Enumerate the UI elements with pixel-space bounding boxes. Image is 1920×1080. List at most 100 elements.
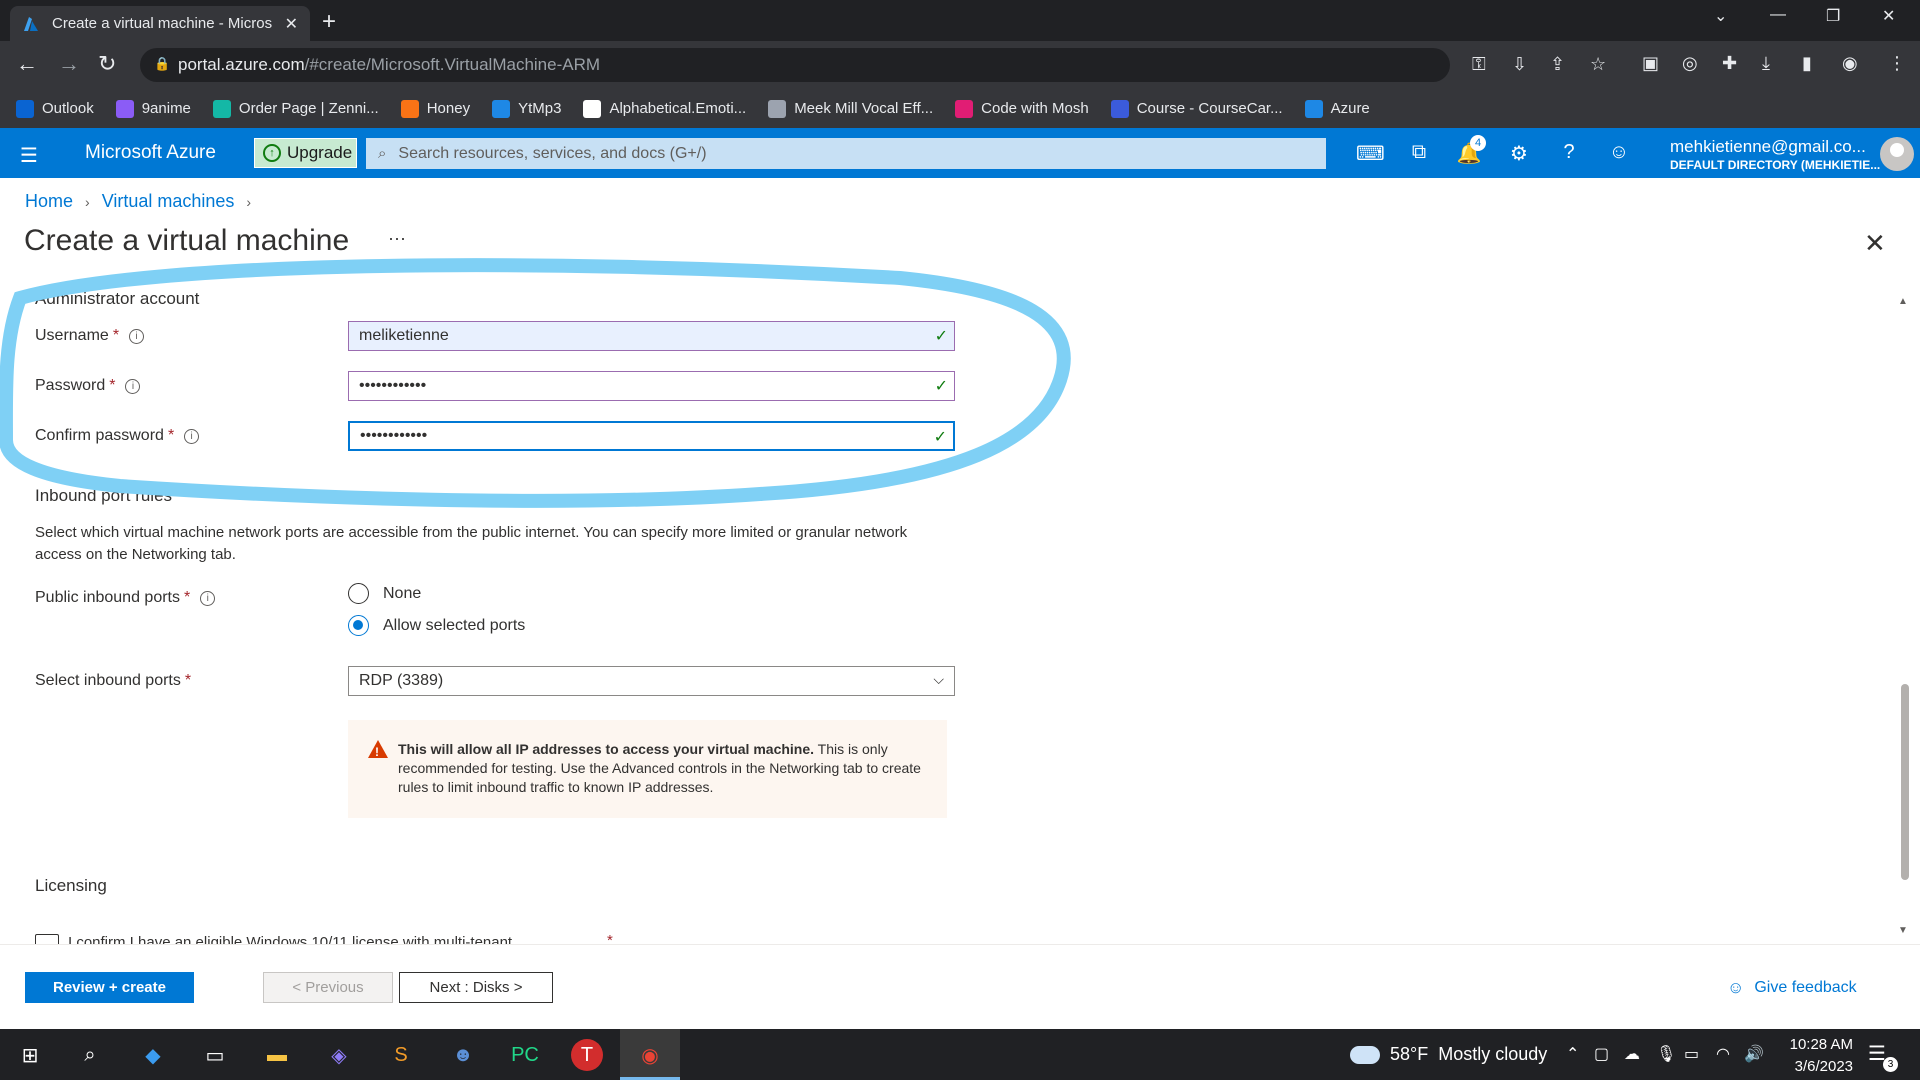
feedback-person-icon[interactable]: ☺: [1606, 141, 1632, 164]
global-search-input[interactable]: ⌕ Search resources, services, and docs (…: [366, 138, 1326, 169]
username-field[interactable]: meliketienne ✓: [348, 321, 955, 351]
profile-icon[interactable]: ◉: [1842, 53, 1858, 74]
avatar[interactable]: [1880, 137, 1914, 171]
chrome-icon[interactable]: ◉: [634, 1039, 666, 1071]
url-text: portal.azure.com/#create/Microsoft.Virtu…: [178, 55, 601, 74]
cloud-shell-icon[interactable]: ⌨: [1356, 141, 1385, 166]
chevron-up-icon[interactable]: ⌃: [1566, 1044, 1579, 1064]
scroll-up-arrow-icon[interactable]: ▲: [1898, 296, 1908, 307]
bookmark-star-icon[interactable]: ☆: [1590, 54, 1606, 75]
bookmark-item[interactable]: Outlook: [16, 99, 94, 118]
give-feedback-link[interactable]: ☺ Give feedback: [1727, 978, 1857, 998]
godot-icon[interactable]: ☻: [447, 1039, 479, 1071]
bookmark-item[interactable]: Alphabetical.Emoti...: [583, 99, 746, 118]
required-asterisk: *: [167, 427, 175, 444]
account-directory[interactable]: DEFAULT DIRECTORY (MEHKIETIE...: [1670, 158, 1880, 172]
install-icon[interactable]: ⇩: [1512, 54, 1527, 75]
windows-start-icon[interactable]: ⊞: [14, 1039, 46, 1071]
scrollbar-thumb[interactable]: [1901, 684, 1909, 880]
hamburger-menu-icon[interactable]: ☰: [20, 143, 38, 168]
vscode-icon[interactable]: ◆: [137, 1039, 169, 1071]
confirm-password-field[interactable]: •••••••••••• ✓: [348, 421, 955, 451]
weather-widget[interactable]: 58°F Mostly cloudy: [1346, 1039, 1547, 1065]
next-disks-button[interactable]: Next : Disks >: [399, 972, 553, 1003]
info-icon[interactable]: i: [184, 428, 200, 444]
bookmark-item[interactable]: Azure: [1304, 99, 1370, 118]
radio-none[interactable]: None: [348, 583, 421, 604]
wifi-icon[interactable]: ◠: [1716, 1044, 1730, 1064]
close-blade-icon[interactable]: ✕: [1864, 228, 1886, 259]
breadcrumb-virtual-machines[interactable]: Virtual machines: [102, 191, 235, 212]
game-controller-icon[interactable]: ◈: [323, 1039, 355, 1071]
bookmark-item[interactable]: 9anime: [115, 99, 191, 118]
directory-filter-icon[interactable]: ⧉: [1406, 141, 1432, 164]
info-icon[interactable]: i: [200, 590, 216, 606]
share-icon[interactable]: ⇪: [1550, 54, 1565, 75]
account-email[interactable]: mehkietienne@gmail.co...: [1670, 137, 1866, 157]
bookmark-favicon-icon: [115, 99, 134, 118]
scroll-down-arrow-icon[interactable]: ▼: [1898, 925, 1908, 936]
azure-brand[interactable]: Microsoft Azure: [85, 142, 216, 164]
inbound-ports-dropdown[interactable]: RDP (3389) ⌵: [348, 666, 955, 696]
clock-time[interactable]: 10:28 AM: [1783, 1036, 1853, 1053]
volume-icon[interactable]: 🔊: [1744, 1044, 1764, 1064]
menu-icon[interactable]: ⋮: [1888, 53, 1906, 74]
page-title: Create a virtual machine: [24, 224, 350, 257]
download-icon[interactable]: ⤓: [1762, 53, 1770, 74]
minimize-icon[interactable]: —: [1770, 6, 1786, 24]
tab-close-icon[interactable]: ✕: [285, 14, 298, 34]
radio-button-selected[interactable]: [348, 615, 369, 636]
feedback-icon: ☺: [1727, 978, 1745, 997]
bookmark-favicon-icon: [16, 99, 34, 118]
bookmark-item[interactable]: YtMp3: [492, 99, 561, 118]
lock-icon[interactable]: 🔒: [154, 56, 170, 72]
upgrade-button[interactable]: ↑ Upgrade: [254, 138, 357, 168]
pycharm-icon[interactable]: PC: [509, 1039, 541, 1071]
info-icon[interactable]: i: [129, 328, 145, 344]
password-field[interactable]: •••••••••••• ✓: [348, 371, 955, 401]
bookmark-item[interactable]: Meek Mill Vocal Eff...: [768, 99, 933, 118]
t-app-icon[interactable]: T: [571, 1039, 603, 1071]
chevron-right-icon: ›: [85, 193, 90, 210]
bookmark-item[interactable]: Honey: [400, 99, 470, 118]
screen-record-icon[interactable]: ◎: [1682, 53, 1698, 74]
review-create-button[interactable]: Review + create: [25, 972, 194, 1003]
info-icon[interactable]: i: [125, 378, 141, 394]
more-options-icon[interactable]: ···: [388, 228, 406, 249]
meet-icon[interactable]: ▢: [1594, 1044, 1609, 1064]
help-icon[interactable]: ?: [1556, 141, 1582, 164]
address-bar[interactable]: 🔒 portal.azure.com/#create/Microsoft.Vir…: [140, 48, 1606, 82]
key-icon[interactable]: ⚿: [1472, 54, 1486, 75]
bookmark-item[interactable]: Order Page | Zenni...: [212, 99, 379, 118]
bookmark-item[interactable]: Course - CourseCar...: [1110, 99, 1283, 118]
back-icon[interactable]: ←: [16, 51, 38, 77]
breadcrumb-home[interactable]: Home: [25, 191, 73, 212]
forward-icon[interactable]: →: [58, 51, 80, 77]
onedrive-icon[interactable]: ☁: [1624, 1044, 1640, 1064]
puzzle-icon[interactable]: ✚: [1722, 53, 1737, 74]
license-confirm-text: I confirm I have an eligible Windows 10/…: [68, 934, 513, 944]
clock-date[interactable]: 3/6/2023: [1773, 1058, 1853, 1075]
sidepanel-icon[interactable]: ▮: [1802, 53, 1812, 74]
close-window-icon[interactable]: ✕: [1882, 6, 1895, 26]
file-explorer-icon[interactable]: ▬: [261, 1039, 293, 1071]
radio-button[interactable]: [348, 583, 369, 604]
browser-tab-active[interactable]: Create a virtual machine - Micros ✕: [10, 6, 310, 41]
public-inbound-ports-label: Public inbound ports * i: [35, 589, 216, 607]
extension-icon[interactable]: ▣: [1642, 53, 1659, 74]
sublime-text-icon[interactable]: S: [385, 1039, 417, 1071]
restore-icon[interactable]: ❐: [1826, 6, 1840, 26]
tab-search-icon[interactable]: ⌄: [1714, 6, 1727, 26]
reload-icon[interactable]: ↻: [98, 51, 116, 77]
terminal-icon[interactable]: ▭: [199, 1039, 231, 1071]
bookmark-item[interactable]: Code with Mosh: [955, 99, 1089, 118]
settings-gear-icon[interactable]: ⚙: [1506, 141, 1532, 166]
radio-allow-selected-ports[interactable]: Allow selected ports: [348, 615, 525, 636]
battery-icon[interactable]: ▭: [1684, 1044, 1699, 1064]
taskbar-search-icon[interactable]: ⌕: [74, 1039, 106, 1071]
bookmark-favicon-icon: [1110, 99, 1129, 118]
microphone-icon[interactable]: 🎙: [1656, 1044, 1676, 1064]
warning-triangle-icon: [368, 740, 388, 762]
previous-button[interactable]: < Previous: [263, 972, 393, 1003]
new-tab-icon[interactable]: +: [322, 8, 336, 36]
